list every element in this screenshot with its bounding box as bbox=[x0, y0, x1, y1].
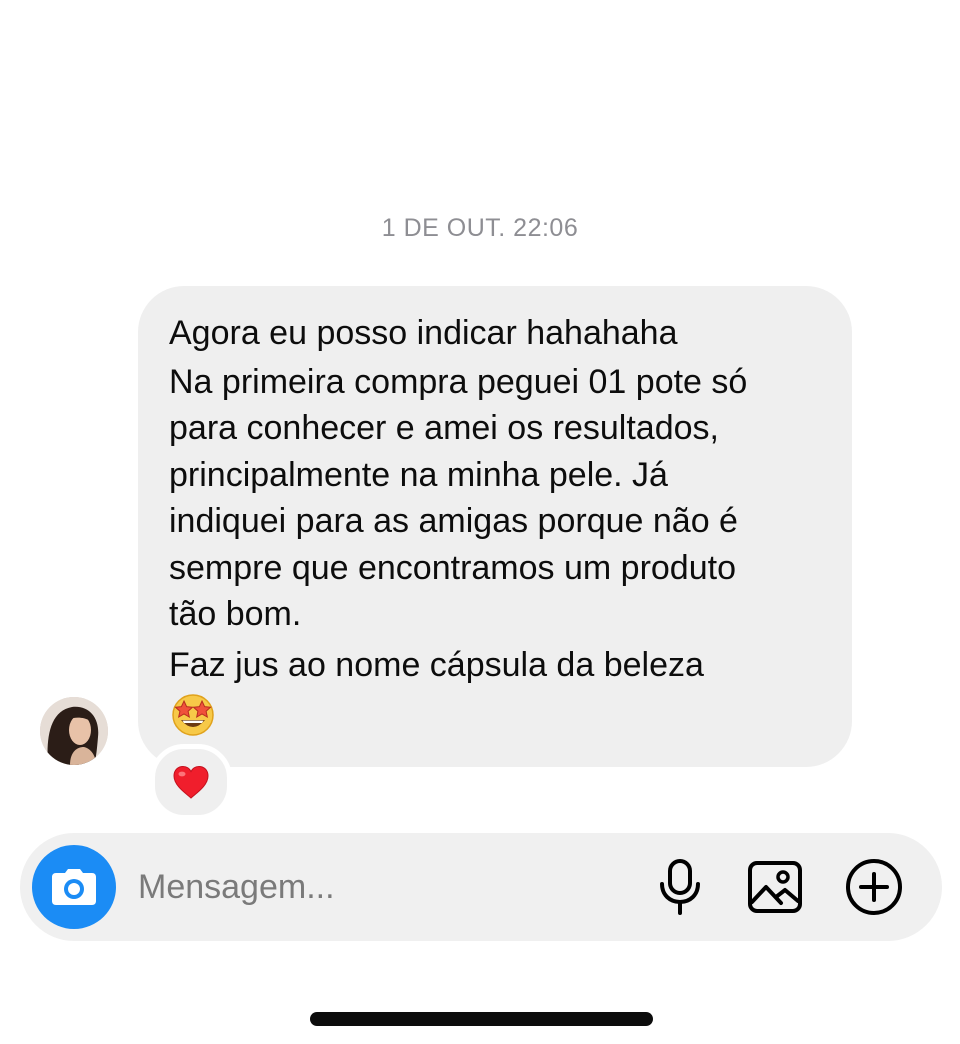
home-indicator[interactable] bbox=[310, 1012, 653, 1026]
image-icon bbox=[748, 861, 802, 913]
message-line: Faz jus ao nome cápsula da beleza bbox=[169, 645, 704, 684]
more-options-button[interactable] bbox=[842, 855, 906, 919]
avatar-photo bbox=[40, 697, 108, 765]
message-line: tão bom. bbox=[169, 595, 302, 633]
gallery-button[interactable] bbox=[743, 855, 807, 919]
message-input[interactable] bbox=[138, 857, 538, 917]
camera-button[interactable] bbox=[32, 845, 116, 929]
message-line: principalmente na minha pele. Já bbox=[169, 455, 668, 494]
received-message-bubble[interactable]: Agora eu posso indicar hahahaha Na prime… bbox=[138, 286, 852, 767]
voice-message-button[interactable] bbox=[648, 855, 712, 919]
red-heart-icon bbox=[173, 765, 209, 799]
message-line: Agora eu posso indicar hahahaha bbox=[169, 314, 678, 352]
message-composer bbox=[20, 833, 942, 941]
message-line: indiquei para as amigas porque não é bbox=[169, 502, 738, 540]
sender-avatar[interactable] bbox=[40, 697, 108, 765]
message-line: sempre que encontramos um produto bbox=[169, 548, 736, 587]
message-line: para conhecer e amei os resultados, bbox=[169, 409, 719, 447]
camera-icon bbox=[52, 869, 96, 905]
microphone-icon bbox=[660, 859, 700, 915]
message-timestamp: 1 DE OUT. 22:06 bbox=[381, 214, 579, 242]
message-line: Na primeira compra peguei 01 pote só bbox=[169, 362, 748, 401]
plus-circle-icon bbox=[846, 859, 902, 915]
star-struck-emoji-icon bbox=[172, 694, 214, 736]
heart-reaction[interactable] bbox=[150, 744, 232, 820]
